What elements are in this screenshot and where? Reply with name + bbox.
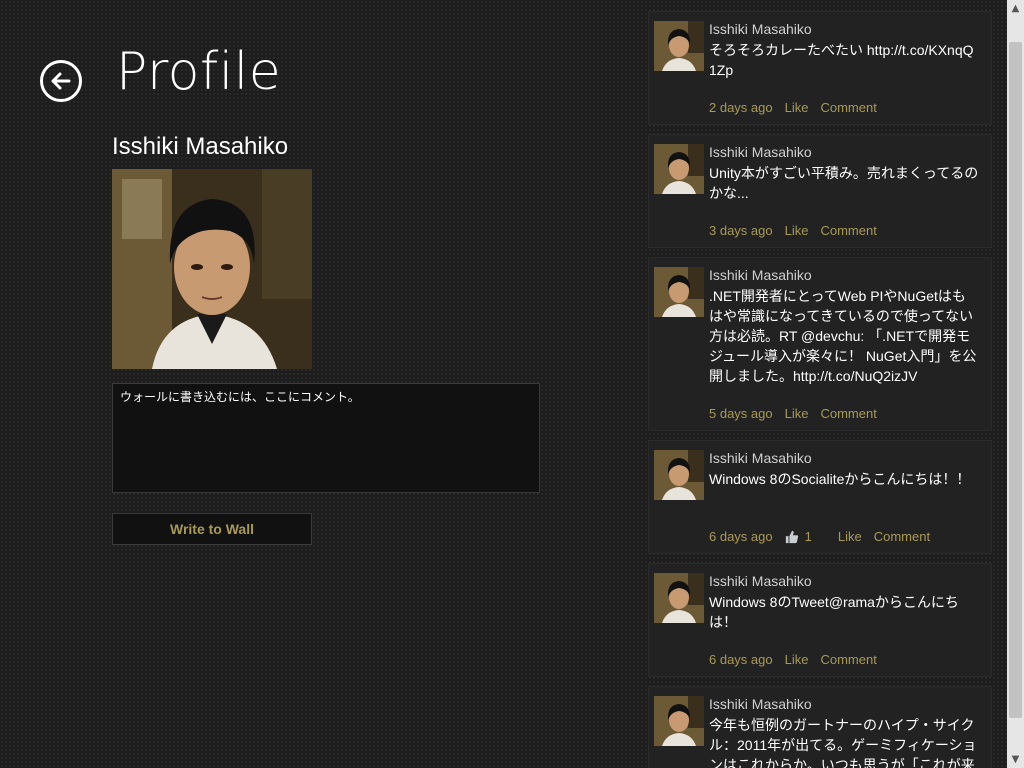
back-button[interactable] <box>40 60 82 102</box>
post-text: Unity本がすごい平積み。売れまくってるのかな... <box>709 165 979 201</box>
like-link[interactable]: Like <box>785 652 809 667</box>
profile-photo <box>112 169 312 369</box>
post-time: 5 days ago <box>709 406 773 421</box>
avatar[interactable] <box>654 267 704 317</box>
post-text: Windows 8のSocialiteからこんにちは！！ <box>709 471 971 487</box>
profile-name: Isshiki Masahiko <box>112 133 289 160</box>
post-text: .NET開発者にとってWeb PIやNuGetはもはや常識になってきているので使… <box>709 288 977 384</box>
avatar[interactable] <box>654 696 704 746</box>
post-author[interactable]: Isshiki Masahiko <box>709 267 812 283</box>
post-text: そろそろカレーたべたい http://t.co/KXnqQ1Zp <box>709 42 974 78</box>
feed-post: Isshiki Masahiko .NET開発者にとってWeb PIやNuGet… <box>648 257 992 431</box>
scroll-down-arrow-icon[interactable]: ▼ <box>1007 751 1024 768</box>
post-author[interactable]: Isshiki Masahiko <box>709 696 812 712</box>
comment-link[interactable]: Comment <box>820 100 876 115</box>
post-meta: 5 days ago Like Comment <box>709 406 889 421</box>
write-to-wall-button[interactable]: Write to Wall <box>112 513 312 545</box>
wall-feed[interactable]: Isshiki Masahiko そろそろカレーたべたい http://t.co… <box>648 0 992 768</box>
wall-comment-input[interactable] <box>112 383 540 493</box>
like-link[interactable]: Like <box>785 100 809 115</box>
scrollbar-thumb[interactable] <box>1009 42 1022 718</box>
avatar[interactable] <box>654 144 704 194</box>
like-count-value: 1 <box>804 529 812 544</box>
post-meta: 3 days ago Like Comment <box>709 223 889 238</box>
feed-post: Isshiki Masahiko Windows 8のSocialiteからこん… <box>648 440 992 554</box>
post-author[interactable]: Isshiki Masahiko <box>709 573 812 589</box>
page-title: Profile <box>116 42 282 102</box>
post-meta: 2 days ago Like Comment <box>709 100 889 115</box>
feed-post: Isshiki Masahiko Unity本がすごい平積み。売れまくってるのか… <box>648 134 992 248</box>
post-author[interactable]: Isshiki Masahiko <box>709 450 812 466</box>
post-time: 6 days ago <box>709 652 773 667</box>
like-count: 1 <box>785 529 824 544</box>
avatar[interactable] <box>654 21 704 71</box>
like-link[interactable]: Like <box>785 406 809 421</box>
post-meta: 6 days ago Like Comment <box>709 652 889 667</box>
post-text: 今年も恒例のガートナーのハイプ・サイクル：2011年が出てる。ゲーミフィケーショ… <box>709 717 977 768</box>
post-time: 3 days ago <box>709 223 773 238</box>
comment-link[interactable]: Comment <box>820 223 876 238</box>
post-time: 6 days ago <box>709 529 773 544</box>
thumbs-up-icon <box>785 530 798 543</box>
like-link[interactable]: Like <box>785 223 809 238</box>
like-link[interactable]: Like <box>838 529 862 544</box>
post-meta: 6 days ago 1 Like Comment <box>709 529 942 544</box>
post-text: Windows 8のTweet@ramaからこんにちは！ <box>709 594 959 630</box>
arrow-left-icon <box>51 72 71 90</box>
comment-link[interactable]: Comment <box>874 529 930 544</box>
avatar[interactable] <box>654 450 704 500</box>
feed-post: Isshiki Masahiko Windows 8のTweet@ramaからこ… <box>648 563 992 677</box>
comment-link[interactable]: Comment <box>820 406 876 421</box>
post-time: 2 days ago <box>709 100 773 115</box>
avatar[interactable] <box>654 573 704 623</box>
feed-post: Isshiki Masahiko そろそろカレーたべたい http://t.co… <box>648 11 992 125</box>
post-author[interactable]: Isshiki Masahiko <box>709 21 812 37</box>
post-author[interactable]: Isshiki Masahiko <box>709 144 812 160</box>
feed-post: Isshiki Masahiko 今年も恒例のガートナーのハイプ・サイクル：20… <box>648 686 992 768</box>
vertical-scrollbar[interactable]: ▲ ▼ <box>1007 0 1024 768</box>
comment-link[interactable]: Comment <box>820 652 876 667</box>
scroll-up-arrow-icon[interactable]: ▲ <box>1007 0 1024 17</box>
